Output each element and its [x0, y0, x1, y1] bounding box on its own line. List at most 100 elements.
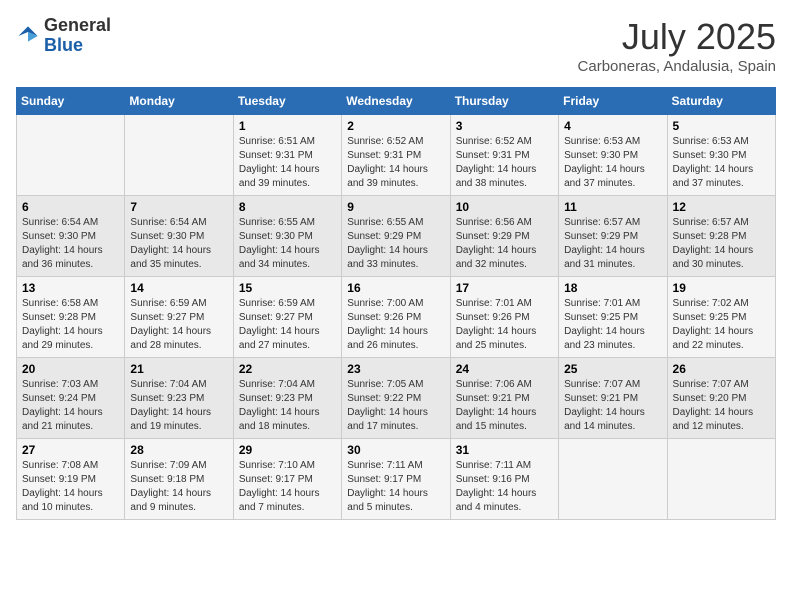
day-detail: Sunrise: 7:00 AM Sunset: 9:26 PM Dayligh…	[347, 297, 444, 353]
calendar-cell: 3 Sunrise: 6:52 AM Sunset: 9:31 PM Daylig…	[450, 115, 558, 196]
calendar-cell: 9 Sunrise: 6:55 AM Sunset: 9:29 PM Daylig…	[342, 196, 450, 277]
day-detail: Sunrise: 7:01 AM Sunset: 9:25 PM Dayligh…	[564, 297, 661, 353]
day-number: 13	[22, 281, 119, 295]
calendar-cell	[559, 439, 667, 520]
day-number: 30	[347, 443, 444, 457]
day-detail: Sunrise: 7:03 AM Sunset: 9:24 PM Dayligh…	[22, 378, 119, 434]
day-number: 9	[347, 200, 444, 214]
day-detail: Sunrise: 7:09 AM Sunset: 9:18 PM Dayligh…	[130, 459, 227, 515]
day-detail: Sunrise: 6:58 AM Sunset: 9:28 PM Dayligh…	[22, 297, 119, 353]
weekday-header-friday: Friday	[559, 88, 667, 115]
day-number: 6	[22, 200, 119, 214]
day-number: 10	[456, 200, 553, 214]
calendar-cell: 29 Sunrise: 7:10 AM Sunset: 9:17 PM Dayli…	[233, 439, 341, 520]
day-number: 15	[239, 281, 336, 295]
page-header: General Blue July 2025 Carboneras, Andal…	[16, 16, 776, 75]
calendar-cell: 27Sunrise: 7:08 AM Sunset: 9:19 PM Dayli…	[17, 439, 125, 520]
day-detail: Sunrise: 6:53 AM Sunset: 9:30 PM Dayligh…	[564, 135, 661, 191]
day-number: 27	[22, 443, 119, 457]
day-detail: Sunrise: 6:55 AM Sunset: 9:30 PM Dayligh…	[239, 216, 336, 272]
day-detail: Sunrise: 6:52 AM Sunset: 9:31 PM Dayligh…	[456, 135, 553, 191]
calendar-cell	[667, 439, 775, 520]
day-number: 7	[130, 200, 227, 214]
calendar-cell: 15Sunrise: 6:59 AM Sunset: 9:27 PM Dayli…	[233, 277, 341, 358]
calendar-cell: 20 Sunrise: 7:03 AM Sunset: 9:24 PM Dayli…	[17, 358, 125, 439]
title-block: July 2025 Carboneras, Andalusia, Spain	[578, 16, 776, 75]
month-year: July 2025	[578, 16, 776, 58]
location: Carboneras, Andalusia, Spain	[578, 58, 776, 75]
day-number: 25	[564, 362, 661, 376]
day-detail: Sunrise: 7:07 AM Sunset: 9:20 PM Dayligh…	[673, 378, 770, 434]
day-number: 24	[456, 362, 553, 376]
calendar-cell: 6 Sunrise: 6:54 AM Sunset: 9:30 PM Daylig…	[17, 196, 125, 277]
week-row-1: 1 Sunrise: 6:51 AM Sunset: 9:31 PM Daylig…	[17, 115, 776, 196]
week-row-3: 13 Sunrise: 6:58 AM Sunset: 9:28 PM Dayli…	[17, 277, 776, 358]
day-number: 23	[347, 362, 444, 376]
day-number: 26	[673, 362, 770, 376]
calendar-cell: 12 Sunrise: 6:57 AM Sunset: 9:28 PM Dayli…	[667, 196, 775, 277]
calendar-cell: 18 Sunrise: 7:01 AM Sunset: 9:25 PM Dayli…	[559, 277, 667, 358]
day-detail: Sunrise: 7:10 AM Sunset: 9:17 PM Dayligh…	[239, 459, 336, 515]
day-number: 29	[239, 443, 336, 457]
day-number: 8	[239, 200, 336, 214]
day-detail: Sunrise: 7:11 AM Sunset: 9:16 PM Dayligh…	[456, 459, 553, 515]
calendar-cell: 31Sunrise: 7:11 AM Sunset: 9:16 PM Dayli…	[450, 439, 558, 520]
day-detail: Sunrise: 7:02 AM Sunset: 9:25 PM Dayligh…	[673, 297, 770, 353]
calendar-cell: 26 Sunrise: 7:07 AM Sunset: 9:20 PM Dayli…	[667, 358, 775, 439]
calendar-cell: 25 Sunrise: 7:07 AM Sunset: 9:21 PM Dayli…	[559, 358, 667, 439]
day-number: 14	[130, 281, 227, 295]
day-detail: Sunrise: 6:51 AM Sunset: 9:31 PM Dayligh…	[239, 135, 336, 191]
weekday-header-thursday: Thursday	[450, 88, 558, 115]
day-number: 16	[347, 281, 444, 295]
day-number: 3	[456, 119, 553, 133]
day-number: 18	[564, 281, 661, 295]
calendar-cell: 17Sunrise: 7:01 AM Sunset: 9:26 PM Dayli…	[450, 277, 558, 358]
day-detail: Sunrise: 6:59 AM Sunset: 9:27 PM Dayligh…	[130, 297, 227, 353]
day-number: 5	[673, 119, 770, 133]
day-detail: Sunrise: 7:01 AM Sunset: 9:26 PM Dayligh…	[456, 297, 553, 353]
calendar-cell: 21 Sunrise: 7:04 AM Sunset: 9:23 PM Dayli…	[125, 358, 233, 439]
day-number: 21	[130, 362, 227, 376]
calendar-cell: 19 Sunrise: 7:02 AM Sunset: 9:25 PM Dayli…	[667, 277, 775, 358]
day-detail: Sunrise: 6:54 AM Sunset: 9:30 PM Dayligh…	[22, 216, 119, 272]
day-detail: Sunrise: 7:07 AM Sunset: 9:21 PM Dayligh…	[564, 378, 661, 434]
calendar-cell: 11 Sunrise: 6:57 AM Sunset: 9:29 PM Dayli…	[559, 196, 667, 277]
calendar-cell: 2 Sunrise: 6:52 AM Sunset: 9:31 PM Daylig…	[342, 115, 450, 196]
weekday-header-sunday: Sunday	[17, 88, 125, 115]
calendar-cell: 4 Sunrise: 6:53 AM Sunset: 9:30 PM Daylig…	[559, 115, 667, 196]
day-number: 20	[22, 362, 119, 376]
day-detail: Sunrise: 6:52 AM Sunset: 9:31 PM Dayligh…	[347, 135, 444, 191]
calendar-cell: 7Sunrise: 6:54 AM Sunset: 9:30 PM Daylig…	[125, 196, 233, 277]
day-detail: Sunrise: 6:57 AM Sunset: 9:28 PM Dayligh…	[673, 216, 770, 272]
day-detail: Sunrise: 6:57 AM Sunset: 9:29 PM Dayligh…	[564, 216, 661, 272]
day-number: 1	[239, 119, 336, 133]
calendar-cell: 16 Sunrise: 7:00 AM Sunset: 9:26 PM Dayli…	[342, 277, 450, 358]
calendar-cell: 28 Sunrise: 7:09 AM Sunset: 9:18 PM Dayli…	[125, 439, 233, 520]
day-number: 11	[564, 200, 661, 214]
day-detail: Sunrise: 7:04 AM Sunset: 9:23 PM Dayligh…	[130, 378, 227, 434]
day-detail: Sunrise: 7:05 AM Sunset: 9:22 PM Dayligh…	[347, 378, 444, 434]
logo-icon	[16, 24, 40, 48]
calendar-cell	[125, 115, 233, 196]
calendar-cell: 1 Sunrise: 6:51 AM Sunset: 9:31 PM Daylig…	[233, 115, 341, 196]
calendar-cell: 30 Sunrise: 7:11 AM Sunset: 9:17 PM Dayli…	[342, 439, 450, 520]
day-number: 19	[673, 281, 770, 295]
logo-general-text: General	[44, 15, 111, 35]
day-number: 28	[130, 443, 227, 457]
calendar-cell: 23 Sunrise: 7:05 AM Sunset: 9:22 PM Dayli…	[342, 358, 450, 439]
week-row-2: 6 Sunrise: 6:54 AM Sunset: 9:30 PM Daylig…	[17, 196, 776, 277]
weekday-header-saturday: Saturday	[667, 88, 775, 115]
calendar-cell: 8 Sunrise: 6:55 AM Sunset: 9:30 PM Daylig…	[233, 196, 341, 277]
day-number: 12	[673, 200, 770, 214]
calendar-table: SundayMondayTuesdayWednesdayThursdayFrid…	[16, 87, 776, 520]
day-number: 2	[347, 119, 444, 133]
day-detail: Sunrise: 7:11 AM Sunset: 9:17 PM Dayligh…	[347, 459, 444, 515]
calendar-cell: 24 Sunrise: 7:06 AM Sunset: 9:21 PM Dayli…	[450, 358, 558, 439]
day-detail: Sunrise: 7:04 AM Sunset: 9:23 PM Dayligh…	[239, 378, 336, 434]
logo-blue-text: Blue	[44, 35, 83, 55]
day-detail: Sunrise: 7:06 AM Sunset: 9:21 PM Dayligh…	[456, 378, 553, 434]
day-number: 4	[564, 119, 661, 133]
day-number: 22	[239, 362, 336, 376]
calendar-cell: 14 Sunrise: 6:59 AM Sunset: 9:27 PM Dayli…	[125, 277, 233, 358]
day-detail: Sunrise: 6:55 AM Sunset: 9:29 PM Dayligh…	[347, 216, 444, 272]
